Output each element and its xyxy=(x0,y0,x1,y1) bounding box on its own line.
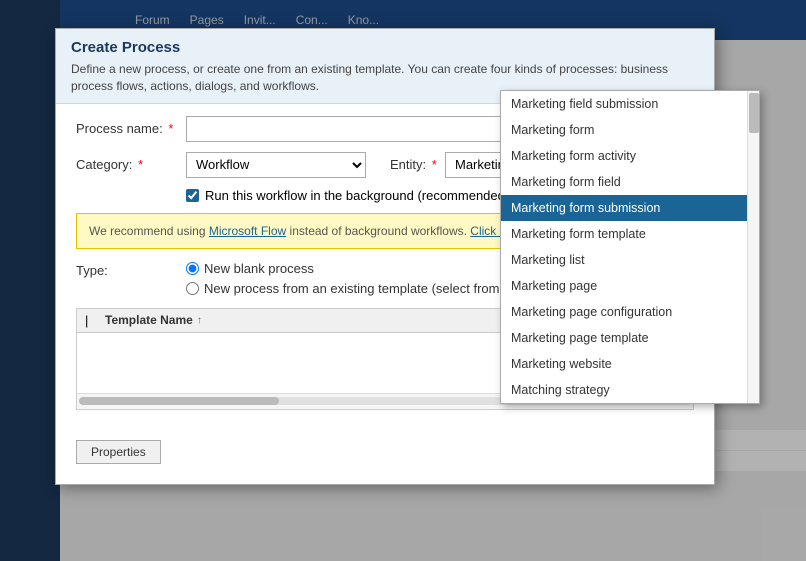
entity-required: * xyxy=(432,157,437,172)
type-option1-radio[interactable] xyxy=(186,262,199,275)
dropdown-item[interactable]: Matching strategy xyxy=(501,377,759,403)
dropdown-item[interactable]: Marketing list xyxy=(501,247,759,273)
dropdown-item[interactable]: Marketing field submission xyxy=(501,91,759,117)
scrollbar-thumb xyxy=(79,397,279,405)
template-name-col[interactable]: Template Name ↑ xyxy=(105,313,525,327)
microsoft-flow-link[interactable]: Microsoft Flow xyxy=(209,224,286,238)
category-group: Category: * Workflow xyxy=(76,152,380,178)
type-option1-text: New blank process xyxy=(204,261,314,276)
sort-icon: ↑ xyxy=(197,315,202,326)
dropdown-items-container: Marketing field submissionMarketing form… xyxy=(501,91,759,403)
type-option1-label[interactable]: New blank process xyxy=(186,261,527,276)
dropdown-item[interactable]: Marketing form xyxy=(501,117,759,143)
category-label: Category: * xyxy=(76,157,186,172)
warning-text: We recommend using xyxy=(89,224,209,238)
type-label: Type: xyxy=(76,261,186,278)
dropdown-item[interactable]: Marketing page xyxy=(501,273,759,299)
dialog-title: Create Process xyxy=(71,39,699,56)
dialog-footer: Properties xyxy=(56,432,714,464)
entity-dropdown: Marketing field submissionMarketing form… xyxy=(500,90,760,404)
properties-button[interactable]: Properties xyxy=(76,440,161,464)
required-marker: * xyxy=(168,121,173,136)
dropdown-scrollbar[interactable] xyxy=(747,91,759,403)
type-option2-radio[interactable] xyxy=(186,282,199,295)
dropdown-item[interactable]: Marketing website xyxy=(501,351,759,377)
dropdown-item[interactable]: Marketing page configuration xyxy=(501,299,759,325)
background-checkbox[interactable] xyxy=(186,189,199,202)
entity-label: Entity: * xyxy=(390,157,445,172)
dropdown-item[interactable]: Marketing form submission xyxy=(501,195,759,221)
category-required: * xyxy=(138,157,143,172)
dropdown-item[interactable]: Marketing form template xyxy=(501,221,759,247)
type-radio-group: New blank process New process from an ex… xyxy=(186,261,527,296)
header-checkbox-col: | xyxy=(85,313,105,328)
dropdown-item[interactable]: Marketing form activity xyxy=(501,143,759,169)
process-name-label: Process name: * xyxy=(76,121,186,136)
background-checkbox-label[interactable]: Run this workflow in the background (rec… xyxy=(205,188,509,203)
warning-mid: instead of background workflows. xyxy=(290,224,471,238)
type-option2-text: New process from an existing template (s… xyxy=(204,281,527,296)
dropdown-scrollbar-thumb xyxy=(749,93,759,133)
dropdown-item[interactable]: Marketing page template xyxy=(501,325,759,351)
category-select[interactable]: Workflow xyxy=(186,152,366,178)
type-option2-label[interactable]: New process from an existing template (s… xyxy=(186,281,527,296)
dropdown-item[interactable]: Marketing form field xyxy=(501,169,759,195)
